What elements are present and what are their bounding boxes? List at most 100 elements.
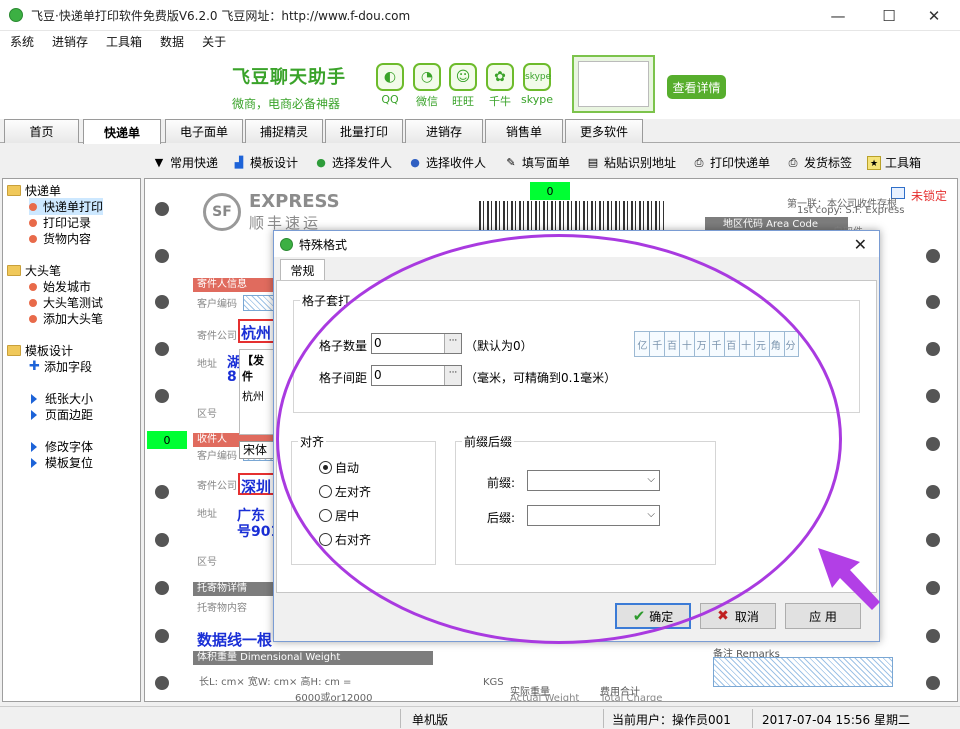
radio-unchecked-icon [319, 509, 332, 522]
tree-group-express[interactable]: 快递单 [7, 182, 61, 199]
lock-status[interactable]: 未锁定 [911, 187, 947, 204]
wangwang-icon: ☺ 旺旺 [446, 63, 480, 109]
annotation-arrow [818, 548, 880, 610]
tab-sales[interactable]: 销售单 [485, 119, 563, 143]
receiver-city[interactable]: 深圳 [241, 476, 271, 497]
font-select[interactable]: 宋体 [239, 441, 275, 459]
wechat-icon: ◔ 微信 [410, 63, 444, 109]
grid-count-label: 格子数量 [319, 339, 368, 353]
counter-left[interactable]: 0 [147, 431, 187, 449]
sprocket-hole [926, 485, 940, 499]
company-label-2: 寄件公司 [197, 481, 237, 492]
tree-item-goods-content[interactable]: 货物内容 [29, 230, 91, 247]
tab-batch-print[interactable]: 批量打印 [325, 119, 403, 143]
menu-about[interactable]: 关于 [192, 33, 234, 50]
paste-address-button[interactable]: ▤ 粘贴识别地址 [586, 154, 676, 171]
tree-item-marker-test[interactable]: 大头笔测试 [29, 294, 103, 311]
tab-home[interactable]: 首页 [4, 119, 79, 143]
tree-item-reset-template[interactable]: 模板复位 [29, 454, 93, 471]
sender-section-header: 寄件人信息 [193, 278, 275, 292]
tree-item-page-margin[interactable]: 页面边距 [29, 406, 93, 423]
radio-align-auto[interactable]: 自动 [319, 459, 359, 476]
tree-item-print-records[interactable]: 打印记录 [29, 214, 91, 231]
folder-icon [7, 345, 21, 356]
close-window-button[interactable]: ✕ [911, 0, 957, 31]
grid-count-input[interactable]: 0 ··· [371, 333, 462, 354]
sprocket-hole [926, 533, 940, 547]
common-express-button[interactable]: ▼ 常用快递 [152, 154, 218, 171]
sender-box[interactable]: 【发件 杭州 [239, 349, 275, 435]
tab-general[interactable]: 常规 [280, 259, 325, 280]
suffix-combo[interactable]: ⌵ [527, 505, 660, 526]
bullet-icon [29, 298, 37, 307]
tree-group-template[interactable]: 模板设计 [7, 342, 73, 359]
chevron-down-icon: ⌵ [647, 474, 655, 485]
promo-banner: 飞豆聊天助手 微商，电商必备神器 ◐ QQ ◔ 微信 ☺ 旺旺 ✿ 千牛 skype sk… [0, 51, 960, 119]
tree-item-edit-font[interactable]: 修改字体 [29, 438, 93, 455]
prefix-combo[interactable]: ⌵ [527, 470, 660, 491]
tree-item-paper-size[interactable]: 纸张大小 [29, 390, 93, 407]
address-label-2: 地址 [197, 509, 217, 520]
sender-city[interactable]: 杭州 [241, 322, 271, 343]
tab-express[interactable]: 快递单 [83, 119, 161, 144]
radio-checked-icon [319, 461, 332, 474]
customer-code-label-2: 客户编码 [197, 451, 237, 462]
bullet-icon [29, 202, 37, 211]
sprocket-hole [155, 389, 169, 403]
plus-icon: ✚ [29, 358, 40, 374]
radio-unchecked-icon [319, 485, 332, 498]
sidebar-tree: 快递单 快递单打印 打印记录 货物内容 大头笔 始发城市 大头笔测试 添加大头笔… [2, 178, 141, 702]
dimensions-formula: 6000或or12000 [295, 693, 373, 702]
menu-inventory[interactable]: 进销存 [42, 33, 96, 50]
view-details-button[interactable]: 查看详情 [667, 75, 726, 99]
menu-system[interactable]: 系统 [0, 33, 42, 50]
menu-toolbox[interactable]: 工具箱 [96, 33, 150, 50]
tree-item-express-print[interactable]: 快递单打印 [29, 198, 104, 215]
suffix-label: 后缀: [487, 511, 516, 525]
tab-more-software[interactable]: 更多软件 [565, 119, 643, 143]
tab-capture[interactable]: 捕捉精灵 [245, 119, 323, 143]
actual-weight-en: Actual Weight [510, 693, 580, 702]
tree-item-origin-city[interactable]: 始发城市 [29, 278, 91, 295]
align-group-title: 对齐 [298, 433, 327, 450]
toolbox-icon: ★ [867, 155, 881, 170]
grid-count-hint: （默认为0） [465, 339, 533, 353]
select-receiver-button[interactable]: ● 选择收件人 [408, 154, 486, 171]
select-sender-button[interactable]: ● 选择发件人 [314, 154, 392, 171]
banner-subtitle: 微商，电商必备神器 [232, 97, 341, 111]
company-label: 寄件公司 [197, 331, 237, 342]
menu-data[interactable]: 数据 [150, 33, 192, 50]
goods-content-value[interactable]: 数据线一根 [197, 629, 272, 650]
arrow-right-icon [31, 409, 37, 420]
ellipsis-icon[interactable]: ··· [444, 334, 461, 353]
partial-address-2[interactable]: 8 [227, 369, 237, 385]
toolbox-button[interactable]: ★ 工具箱 [867, 154, 921, 171]
sprocket-hole [926, 249, 940, 263]
bullet-icon [29, 218, 37, 227]
print-waybill-button[interactable]: ⎙ 打印快递单 [692, 154, 770, 171]
tree-item-add-field[interactable]: ✚ 添加字段 [29, 358, 92, 375]
shipping-label-button[interactable]: ⎙ 发货标签 [786, 154, 852, 171]
ok-button[interactable]: ✔ 确定 [615, 603, 691, 629]
grid-spacing-input[interactable]: 0 ··· [371, 365, 462, 386]
sprocket-hole [155, 676, 169, 690]
radio-align-center[interactable]: 居中 [319, 507, 359, 524]
minimize-button[interactable]: — [815, 0, 861, 31]
arrow-right-icon [31, 457, 37, 468]
tree-item-add-marker[interactable]: 添加大头笔 [29, 310, 103, 327]
radio-align-right[interactable]: 右对齐 [319, 531, 371, 548]
tree-group-marker[interactable]: 大头笔 [7, 262, 61, 279]
maximize-button[interactable]: ☐ [866, 0, 912, 31]
ellipsis-icon[interactable]: ··· [444, 366, 461, 385]
tab-inventory[interactable]: 进销存 [405, 119, 483, 143]
sprocket-hole [155, 629, 169, 643]
template-design-button[interactable]: ▟ 模板设计 [232, 154, 298, 171]
counter-top[interactable]: 0 [530, 182, 570, 200]
dialog-close-button[interactable]: ✕ [854, 235, 867, 254]
cancel-button[interactable]: ✖ 取消 [700, 603, 776, 629]
grid-ruler-preview: 亿千百十万千百十元角分 [634, 331, 799, 357]
fill-waybill-button[interactable]: ✎ 填写面单 [504, 154, 570, 171]
tab-eform[interactable]: 电子面单 [165, 119, 243, 143]
radio-align-left[interactable]: 左对齐 [319, 483, 371, 500]
sprocket-hole [926, 437, 940, 451]
